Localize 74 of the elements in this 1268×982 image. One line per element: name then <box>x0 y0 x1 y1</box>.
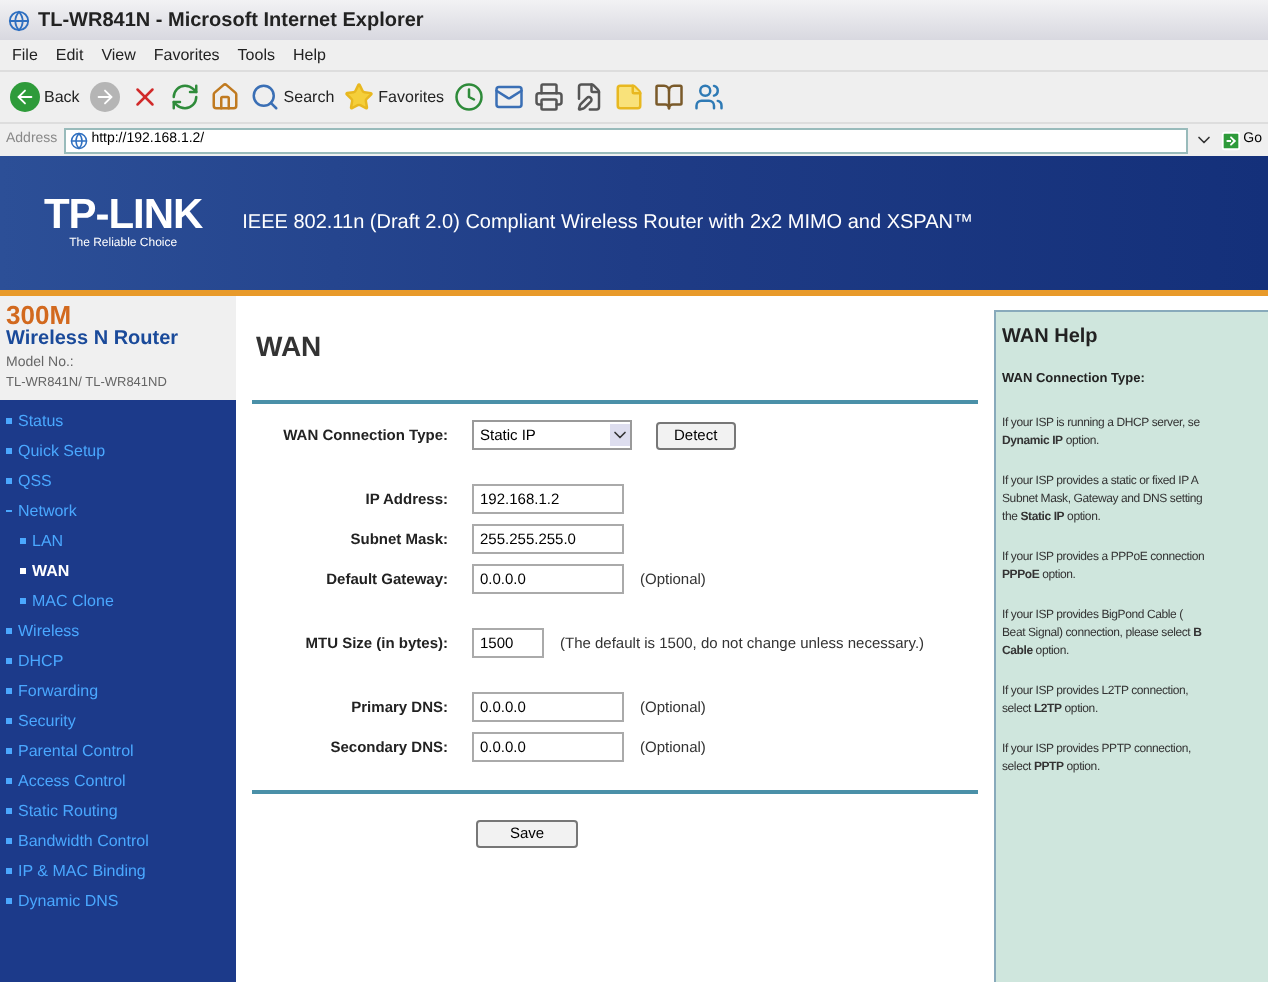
home-icon <box>209 82 240 112</box>
dropdown-icon <box>610 424 630 446</box>
nav-link[interactable]: MAC Clone <box>0 585 236 616</box>
product-name: Wireless N Router <box>6 328 181 353</box>
printer-icon <box>534 82 565 112</box>
nav-link[interactable]: Dynamic DNS <box>0 885 236 916</box>
nav-link[interactable]: Forwarding <box>0 675 236 706</box>
book-icon <box>654 82 685 112</box>
nav-link[interactable]: LAN <box>0 525 236 556</box>
bullet-icon <box>6 867 12 874</box>
clock-icon <box>454 82 485 112</box>
bullet-icon <box>6 657 12 664</box>
bullet-icon <box>6 477 12 484</box>
bullet-icon <box>20 597 26 604</box>
bullet-icon <box>20 537 26 544</box>
nav-link[interactable]: Network <box>0 495 236 526</box>
window-title: TL-WR841N - Microsoft Internet Explorer <box>38 7 424 35</box>
back-button[interactable]: Back <box>10 82 80 112</box>
bullet-icon <box>6 897 12 904</box>
favorites-button[interactable]: Favorites <box>344 82 445 112</box>
nav-link[interactable]: DHCP <box>0 645 236 676</box>
menu-item[interactable]: Edit <box>55 43 84 67</box>
nav-link[interactable]: Security <box>0 705 236 736</box>
nav-link[interactable]: Parental Control <box>0 735 236 766</box>
bullet-icon <box>6 807 12 814</box>
bullet-icon <box>6 747 12 754</box>
menu-item[interactable]: File <box>12 43 38 67</box>
menu-item[interactable]: Favorites <box>153 43 220 67</box>
research-button[interactable] <box>654 82 685 112</box>
bullet-icon <box>6 627 12 634</box>
mail-button[interactable] <box>494 82 525 112</box>
browser-icon <box>8 9 30 31</box>
refresh-button[interactable] <box>169 82 200 112</box>
page-icon <box>69 131 88 149</box>
bullet-icon <box>20 567 26 574</box>
menu-item[interactable]: Tools <box>237 43 275 67</box>
nav-link[interactable]: Bandwidth Control <box>0 825 236 856</box>
nav-link[interactable]: Access Control <box>0 765 236 796</box>
product-speed: 300M <box>6 302 72 328</box>
home-button[interactable] <box>209 82 240 112</box>
nav-link[interactable]: Status <box>0 405 236 436</box>
star-icon <box>344 82 375 112</box>
search-button[interactable]: Search <box>249 82 335 112</box>
edit-button[interactable] <box>574 82 605 112</box>
mail-icon <box>494 82 525 112</box>
banner-headline: IEEE 802.11n (Draft 2.0) Compliant Wireless Router with 2x2 MIMO and XSPAN™ <box>242 210 973 238</box>
bullet-icon <box>6 777 12 784</box>
nav-link[interactable]: WAN <box>0 555 236 586</box>
bullet-icon <box>6 837 12 844</box>
history-button[interactable] <box>454 82 485 112</box>
help-title: WAN Help <box>1002 324 1100 352</box>
refresh-icon <box>169 82 200 112</box>
forward-icon <box>89 82 120 112</box>
messenger-button[interactable] <box>694 82 725 112</box>
menu-item[interactable]: View <box>101 43 136 67</box>
go-icon <box>1219 129 1242 151</box>
back-icon <box>10 82 40 112</box>
menu-item[interactable]: Help <box>292 43 326 67</box>
bullet-icon <box>6 417 12 424</box>
print-button[interactable] <box>534 82 565 112</box>
note-icon <box>614 82 645 112</box>
edit-icon <box>574 82 605 112</box>
bullet-icon <box>6 447 12 454</box>
nav-link[interactable]: QSS <box>0 465 236 496</box>
nav-link[interactable]: Quick Setup <box>0 435 236 466</box>
nav-link[interactable]: Wireless <box>0 615 236 646</box>
page-title: WAN <box>254 328 324 366</box>
nav-link[interactable]: Static Routing <box>0 795 236 826</box>
logo: TP-LINK <box>44 193 203 235</box>
bullet-icon <box>6 687 12 694</box>
nav-link[interactable]: IP & MAC Binding <box>0 855 236 886</box>
search-icon <box>249 82 280 112</box>
bullet-icon <box>6 717 12 724</box>
people-icon <box>694 82 725 112</box>
